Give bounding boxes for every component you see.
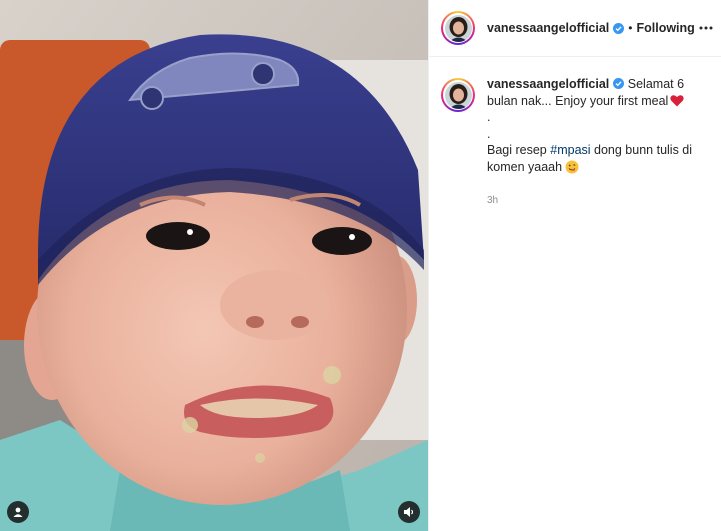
post-side-panel: vanessaangelofficial • Following vanessa… <box>428 0 721 531</box>
hashtag-link[interactable]: #mpasi <box>550 143 590 157</box>
caption-author-avatar[interactable] <box>441 78 475 112</box>
caption-dot-2: . <box>487 126 491 141</box>
author-username[interactable]: vanessaangelofficial <box>487 21 609 35</box>
more-options-icon <box>699 26 713 30</box>
caption-line-3-start: Bagi resep <box>487 143 547 157</box>
profile-photo <box>444 14 472 42</box>
more-options-button[interactable] <box>698 20 714 36</box>
profile-photo <box>444 81 472 109</box>
verified-badge-icon <box>613 22 625 34</box>
red-heart-emoji-icon <box>670 94 684 106</box>
post-header: vanessaangelofficial • Following <box>429 0 721 57</box>
post-timestamp[interactable]: 3h <box>487 193 712 210</box>
verified-badge-icon <box>613 78 625 89</box>
speaker-icon <box>404 507 414 517</box>
following-button[interactable]: Following <box>636 21 694 35</box>
caption-author-username[interactable]: vanessaangelofficial <box>487 77 609 91</box>
mute-button[interactable] <box>398 501 420 523</box>
author-avatar[interactable] <box>441 11 475 45</box>
post-media[interactable] <box>0 0 428 531</box>
user-tag-button[interactable] <box>7 501 29 523</box>
baby-video-frame[interactable] <box>0 0 428 531</box>
face-savoring-food-emoji-icon <box>565 160 579 173</box>
follow-separator: • <box>628 21 633 35</box>
instagram-post: vanessaangelofficial • Following vanessa… <box>0 0 721 531</box>
caption-text: vanessaangelofficial Selamat 6 bulan nak… <box>487 76 712 210</box>
user-tag-icon <box>13 507 23 517</box>
post-caption: vanessaangelofficial Selamat 6 bulan nak… <box>441 76 716 210</box>
caption-dot-1: . <box>487 110 491 124</box>
